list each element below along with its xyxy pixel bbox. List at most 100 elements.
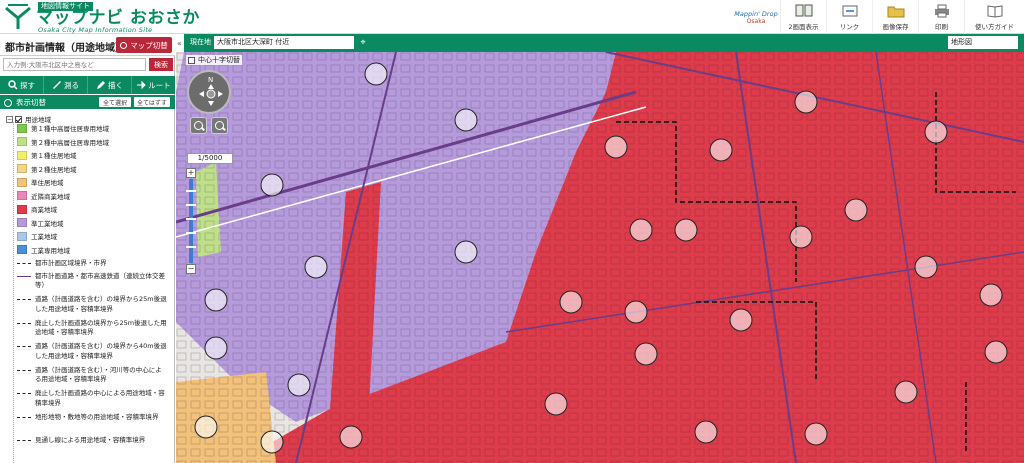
tree-collapse-icon[interactable]: − xyxy=(6,115,13,123)
search-button[interactable]: 検索 xyxy=(149,58,173,71)
address-search-input[interactable] xyxy=(3,58,146,71)
link-icon xyxy=(842,5,857,17)
line-style-icon xyxy=(17,322,31,332)
basemap-select[interactable]: 地形図 xyxy=(948,36,1018,49)
find-tool-button[interactable]: 探す xyxy=(0,76,44,94)
legend-line-item[interactable]: 廃止した計画道路の中心による用途地域・容積率境界 xyxy=(17,389,167,411)
zoom-level-tick[interactable] xyxy=(186,204,196,206)
legend-item-label: 近隣商業地域 xyxy=(31,192,70,201)
dual-screen-button[interactable]: 2画面表示 xyxy=(780,0,826,34)
route-tool-button[interactable]: ルート xyxy=(132,76,175,94)
legend-tree: − 用途地域 第１種中高層住居専用地域 第２種中高層住居専用地域 第１種住居地域 第２… xyxy=(0,110,172,463)
logo-mark-icon xyxy=(5,4,31,29)
legend-swatch xyxy=(17,231,27,241)
zoom-level-tick[interactable] xyxy=(186,218,196,220)
legend-line-label: 都市計画区域境界・市界 xyxy=(35,259,107,267)
dual-screen-icon xyxy=(795,4,812,17)
line-style-icon xyxy=(17,440,31,449)
legend-line-label: 都市計画道路・都市高速鉄道（連続立体交差等） xyxy=(35,271,165,290)
legend-line-item[interactable]: 地形地物・敷地等の用途地域・容積率境界 xyxy=(17,413,167,435)
panel-header: 都市計画情報（用途地域） マップ切替 xyxy=(0,34,175,56)
tree-guide-line xyxy=(13,122,14,463)
zoom-in-button[interactable]: + xyxy=(186,168,196,178)
locate-icon[interactable]: ⌖ xyxy=(357,37,369,49)
panel-collapse-button[interactable]: « xyxy=(175,34,184,52)
zoom-out-button[interactable]: − xyxy=(186,264,196,274)
link-label: リンク xyxy=(839,23,860,31)
legend-item[interactable]: 第２種住居地域 xyxy=(17,163,77,175)
legend-line-item[interactable]: 見通し線による用途地域・容積率境界 xyxy=(17,436,167,458)
legend-line-label: 道路（計画道路を含む）・河川等の中心による用途地域・容積率境界 xyxy=(35,365,162,384)
clear-all-button[interactable]: 全てはずす xyxy=(134,97,170,107)
legend-item-label: 商業地域 xyxy=(31,206,57,214)
legend-item[interactable]: 準住居地域 xyxy=(17,176,64,188)
center-cross-checkbox[interactable] xyxy=(188,56,195,64)
line-style-icon xyxy=(17,275,31,285)
center-cross-label: 中心十字切替 xyxy=(198,56,240,64)
legend-swatch xyxy=(17,204,27,214)
route-tool-label: ルート xyxy=(148,80,171,90)
legend-item-label: 第２種中高層住居専用地域 xyxy=(31,138,109,147)
address-search: 検索 xyxy=(3,58,173,72)
legend-item-label: 準住居地域 xyxy=(31,179,64,187)
save-image-button[interactable]: 画像保存 xyxy=(872,0,918,34)
select-all-button[interactable]: 全て選択 xyxy=(99,97,131,107)
switch-icon xyxy=(120,41,128,49)
legend-line-label: 道路（計画道路を含む）の境界から25m後退した用途地域・容積率境界 xyxy=(35,295,167,313)
legend-line-item[interactable]: 道路（計画道路を含む）の境界から25m後退した用途地域・容積率境界 xyxy=(17,295,167,317)
tool-nav: 探す 測る 描く ルート xyxy=(0,76,175,94)
draw-tool-label: 描く xyxy=(108,80,123,90)
line-style-icon xyxy=(17,416,31,426)
legend-item[interactable]: 第１種中高層住居専用地域 xyxy=(17,122,109,134)
link-button[interactable]: リンク xyxy=(826,0,872,34)
legend-item-label: 工業地域 xyxy=(31,233,57,241)
site-logo[interactable]: 地図情報サイト マップナビ おおさか Osaka City Map Inform… xyxy=(4,2,199,34)
logo-subtitle: Osaka City Map Information Site xyxy=(38,26,153,34)
legend-swatch xyxy=(17,245,27,254)
zoom-in-magnifier-icon[interactable] xyxy=(190,117,207,134)
measure-tool-button[interactable]: 測る xyxy=(44,76,88,94)
legend-item[interactable]: 工業地域 xyxy=(17,230,57,242)
legend-item[interactable]: 近隣商業地域 xyxy=(17,190,70,202)
legend-line-label: 地形地物・敷地等の用途地域・容積率境界 xyxy=(35,412,159,421)
legend-swatch xyxy=(17,177,27,187)
guide-button[interactable]: 使い方ガイド xyxy=(964,0,1024,34)
legend-item-label: 第２種住居地域 xyxy=(31,165,77,174)
map-switch-button[interactable]: マップ切替 xyxy=(116,37,172,53)
route-arrow-icon xyxy=(137,80,146,90)
zoom-level-tick[interactable] xyxy=(186,190,196,192)
legend-item[interactable]: 商業地域 xyxy=(17,203,57,215)
guide-book-icon xyxy=(987,5,1002,18)
zoom-level-tick[interactable] xyxy=(186,246,196,248)
legend-item[interactable]: 第２種中高層住居専用地域 xyxy=(17,136,109,148)
mappin-drop-line2: Osaka xyxy=(746,17,766,25)
legend-line-item[interactable]: 都市計画区域境界・市界 xyxy=(17,259,167,270)
mappin-drop-link[interactable]: Mappin' Drop Osaka xyxy=(732,0,780,34)
search-icon xyxy=(8,80,18,90)
legend-line-item[interactable]: 都市計画道路・都市高速鉄道（連続立体交差等） xyxy=(17,272,167,294)
line-style-icon xyxy=(17,346,31,355)
find-tool-label: 探す xyxy=(20,80,35,90)
legend-item-label: 第１種中高層住居専用地域 xyxy=(31,125,109,133)
legend-swatch xyxy=(17,191,27,200)
legend-item[interactable]: 第１種住居地域 xyxy=(17,149,77,161)
legend-item[interactable]: 準工業地域 xyxy=(17,217,64,229)
line-style-icon xyxy=(17,369,31,379)
zoom-out-magnifier-icon[interactable] xyxy=(211,117,228,134)
display-toggle[interactable]: 表示切替 xyxy=(4,97,46,108)
center-cross-toggle[interactable]: 中心十字切替 xyxy=(186,55,242,65)
legend-line-item[interactable]: 道路（計画道路を含む）の境界から40m後退した用途地域・容積率境界 xyxy=(17,342,167,364)
draw-tool-button[interactable]: 描く xyxy=(88,76,132,94)
zoom-level-tick[interactable] xyxy=(186,232,196,234)
refresh-icon xyxy=(4,98,12,107)
map-canvas[interactable] xyxy=(176,52,1024,463)
pan-compass[interactable]: N xyxy=(187,70,231,114)
legend-line-item[interactable]: 廃止した計画道路の境界から25m後退した用途地域・容積率境界 xyxy=(17,319,167,341)
legend-item-label: 工業専用地域 xyxy=(31,246,70,255)
print-button[interactable]: 印刷 xyxy=(918,0,964,34)
app-root: 地図情報サイト マップナビ おおさか Osaka City Map Inform… xyxy=(0,0,1024,463)
legend-line-item[interactable]: 道路（計画道路を含む）・河川等の中心による用途地域・容積率境界 xyxy=(17,366,167,388)
mappin-drop-line1: Mappin' Drop xyxy=(734,9,778,18)
legend-item[interactable]: 工業専用地域 xyxy=(17,244,70,256)
zoom-slider[interactable]: + − xyxy=(186,168,196,274)
